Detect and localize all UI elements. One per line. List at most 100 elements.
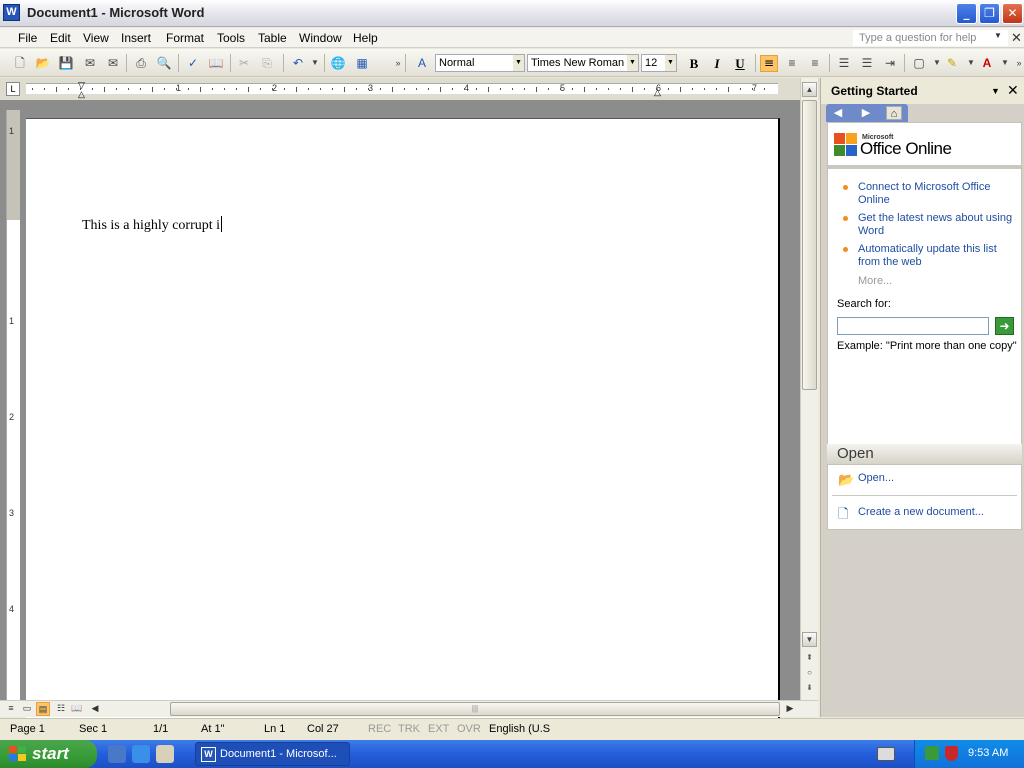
security-shield-icon[interactable] (945, 746, 958, 761)
menu-tools[interactable]: Tools (217, 31, 245, 45)
status-trk[interactable]: TRK (398, 723, 420, 735)
cut-icon[interactable]: ✂ (236, 55, 252, 71)
font-select[interactable]: Times New Roman ▼ (527, 54, 639, 72)
align-left-button[interactable]: ≡ (760, 55, 778, 72)
undo-dropdown-icon[interactable]: ▼ (307, 55, 323, 71)
highlight-icon[interactable]: ✎ (944, 55, 960, 71)
hanging-indent-marker[interactable]: △ (78, 89, 85, 100)
status-rec[interactable]: REC (368, 723, 391, 735)
font-size-select[interactable]: 12 ▼ (641, 54, 677, 72)
scroll-left-button[interactable]: ◀ (88, 702, 102, 716)
status-ext[interactable]: EXT (428, 723, 449, 735)
start-button[interactable]: start (0, 740, 97, 768)
document-text[interactable]: This is a highly corrupt i (82, 216, 223, 234)
previous-page-icon[interactable]: ⇞ (802, 651, 817, 666)
underline-button[interactable]: U (731, 55, 749, 72)
search-go-button[interactable]: ➜ (995, 317, 1014, 335)
document-close-icon[interactable]: ✕ (1011, 30, 1022, 46)
font-color-icon[interactable]: A (979, 55, 995, 71)
highlight-dropdown-icon[interactable]: ▼ (963, 55, 979, 71)
forward-icon[interactable]: ▶ (858, 106, 874, 120)
restore-button[interactable]: ❐ (979, 3, 1000, 24)
help-dropdown-icon[interactable]: ▼ (994, 31, 1002, 40)
menu-file[interactable]: File (18, 31, 37, 45)
toolbar-overflow-icon[interactable]: » (1011, 55, 1024, 71)
style-select[interactable]: Normal ▼ (435, 54, 525, 72)
vertical-ruler[interactable]: 1 1 2 3 4 (6, 110, 20, 700)
styles-formatting-icon[interactable]: A (414, 55, 430, 71)
open-link[interactable]: 📂 Open... (838, 472, 894, 487)
task-pane-title[interactable]: Getting Started (831, 84, 918, 98)
table-icon[interactable]: ▦ (354, 55, 370, 71)
print-preview-icon[interactable]: 🔍 (156, 55, 172, 71)
task-pane-dropdown-icon[interactable]: ▼ (991, 86, 1000, 96)
keyboard-icon[interactable] (877, 747, 895, 761)
reading-layout-icon[interactable]: 📖 (70, 702, 84, 716)
numbering-icon[interactable]: ☰ (836, 55, 852, 71)
borders-dropdown-icon[interactable]: ▼ (929, 55, 945, 71)
print-icon[interactable]: ⎙ (133, 55, 149, 71)
scroll-down-button[interactable]: ▼ (802, 632, 817, 647)
link-connect-office-online[interactable]: Connect to Microsoft Office Online (838, 181, 1018, 207)
indent-icon[interactable]: ⇥ (882, 55, 898, 71)
italic-button[interactable]: I (708, 55, 726, 72)
align-center-icon[interactable]: ≡ (784, 55, 800, 71)
link-latest-news[interactable]: Get the latest news about using Word (838, 212, 1018, 238)
copy-icon[interactable]: ⎘ (259, 55, 275, 71)
link-auto-update[interactable]: Automatically update this list from the … (838, 243, 1018, 269)
permission-icon[interactable]: ✉ (82, 55, 98, 71)
back-icon[interactable]: ◀ (830, 106, 846, 120)
menu-edit[interactable]: Edit (50, 31, 71, 45)
outline-view-icon[interactable]: ☷ (54, 702, 68, 716)
vertical-scrollbar[interactable]: ▲ ▼ ⇞ ○ ⇟ (800, 78, 818, 700)
task-pane-close-icon[interactable]: ✕ (1007, 82, 1019, 99)
word-quicklaunch-icon[interactable] (108, 745, 126, 763)
menu-insert[interactable]: Insert (121, 31, 151, 45)
horizontal-ruler[interactable]: 1 2 3 4 5 6 7 ▽ △ △ (26, 80, 778, 99)
close-button[interactable]: ✕ (1002, 3, 1023, 24)
minimize-button[interactable]: _ (956, 3, 977, 24)
hyperlink-icon[interactable]: 🌐 (330, 55, 346, 71)
web-layout-icon[interactable]: ▭ (20, 702, 34, 716)
tab-selector[interactable]: L (6, 82, 20, 96)
open-folder-icon[interactable]: 📂 (35, 55, 51, 71)
menu-view[interactable]: View (83, 31, 109, 45)
email-icon[interactable]: ✉ (105, 55, 121, 71)
horizontal-scroll-thumb[interactable]: ||| (170, 702, 780, 716)
research-icon[interactable]: 📖 (208, 55, 224, 71)
save-icon[interactable]: 💾 (58, 55, 74, 71)
word-app-icon[interactable]: W (3, 4, 20, 21)
home-icon[interactable]: ⌂ (886, 106, 902, 120)
menu-window[interactable]: Window (299, 31, 342, 45)
borders-icon[interactable]: ▢ (911, 55, 927, 71)
show-desktop-icon[interactable] (156, 745, 174, 763)
new-document-icon[interactable]: 🗋 (12, 55, 28, 71)
more-link[interactable]: More... (858, 275, 892, 287)
next-page-icon[interactable]: ⇟ (802, 681, 817, 696)
scroll-up-button[interactable]: ▲ (802, 82, 817, 97)
internet-explorer-icon[interactable] (132, 745, 150, 763)
menu-format[interactable]: Format (166, 31, 204, 45)
status-ovr[interactable]: OVR (457, 723, 481, 735)
status-language[interactable]: English (U.S (489, 723, 550, 735)
document-page[interactable]: This is a highly corrupt i (26, 118, 780, 718)
print-layout-icon[interactable]: ▤ (36, 702, 50, 716)
taskbar-word-document[interactable]: W Document1 - Microsof... (195, 742, 350, 766)
normal-view-icon[interactable]: ≡ (4, 702, 18, 716)
help-question-input[interactable]: Type a question for help (853, 30, 1008, 46)
clock[interactable]: 9:53 AM (968, 747, 1008, 759)
align-right-icon[interactable]: ≡ (807, 55, 823, 71)
spelling-icon[interactable]: ✓ (185, 55, 201, 71)
bold-button[interactable]: B (685, 55, 703, 72)
undo-icon[interactable]: ↶ (290, 55, 306, 71)
toolbar-options-icon[interactable]: » (390, 55, 406, 71)
network-icon[interactable] (925, 746, 939, 760)
scroll-right-button[interactable]: ▶ (783, 702, 797, 716)
select-browse-object-icon[interactable]: ○ (802, 666, 817, 681)
menu-help[interactable]: Help (353, 31, 378, 45)
bullets-icon[interactable]: ☰ (859, 55, 875, 71)
search-input[interactable] (837, 317, 989, 335)
menu-table[interactable]: Table (258, 31, 287, 45)
vertical-scroll-thumb[interactable] (802, 100, 817, 390)
create-new-document-link[interactable]: 🗋 Create a new document... (838, 505, 984, 521)
